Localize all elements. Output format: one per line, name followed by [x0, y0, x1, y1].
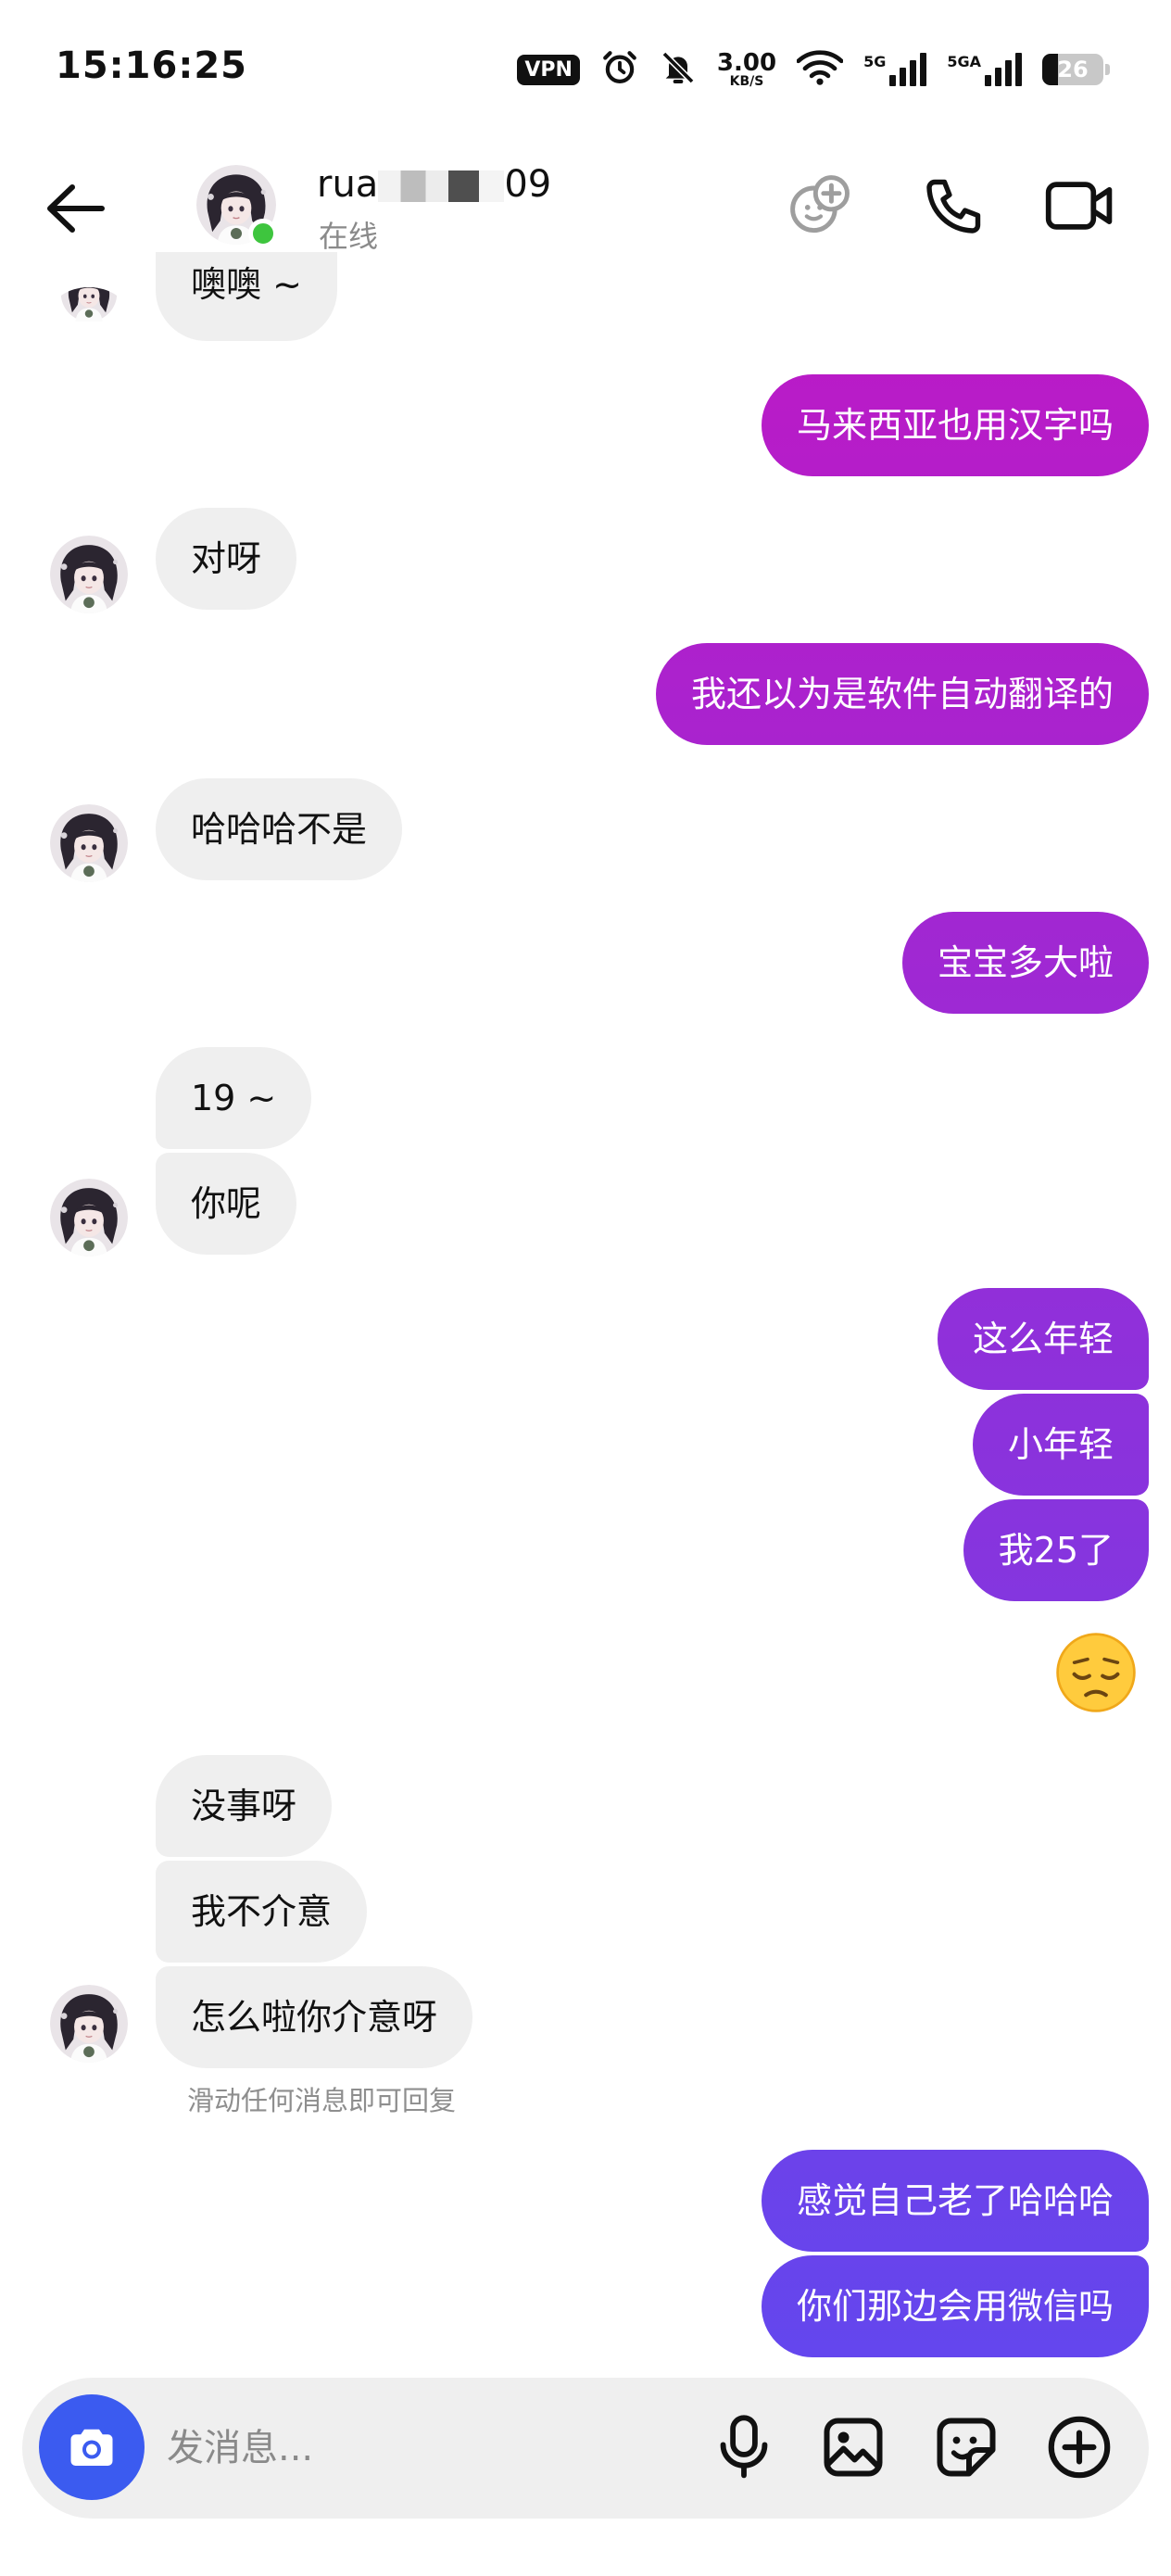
- add-people-icon: [790, 175, 850, 234]
- incoming-message[interactable]: 对呀: [156, 508, 297, 610]
- phone-icon: [926, 179, 981, 234]
- incoming-message[interactable]: 我不介意: [156, 1861, 368, 1963]
- incoming-message[interactable]: 怎么啦你介意呀: [156, 1966, 473, 2068]
- gallery-button[interactable]: [812, 2406, 895, 2489]
- more-options-button[interactable]: [1038, 2406, 1121, 2489]
- reply-hint: 滑动任何消息即可回复: [187, 2085, 457, 2116]
- video-call-button[interactable]: [1041, 167, 1119, 245]
- contact-name[interactable]: rua 09: [317, 163, 551, 206]
- outgoing-message[interactable]: 马来西亚也用汉字吗: [761, 374, 1149, 476]
- wifi-icon: [796, 49, 844, 90]
- camera-button[interactable]: [39, 2394, 145, 2500]
- outgoing-message[interactable]: 这么年轻: [937, 1288, 1149, 1390]
- microphone-icon: [720, 2415, 768, 2479]
- outgoing-message[interactable]: 我还以为是软件自动翻译的: [655, 643, 1149, 745]
- contact-avatar-small[interactable]: [50, 1179, 128, 1256]
- incoming-message[interactable]: 噢噢 ~: [156, 252, 337, 341]
- voice-message-button[interactable]: [702, 2406, 786, 2489]
- contact-avatar-small[interactable]: [50, 536, 128, 613]
- online-indicator: [248, 219, 278, 248]
- incoming-message[interactable]: 没事呀: [156, 1755, 333, 1857]
- outgoing-message[interactable]: 感觉自己老了哈哈哈: [761, 2150, 1149, 2252]
- contact-status: 在线: [319, 219, 379, 254]
- add-people-button[interactable]: [782, 167, 860, 245]
- image-icon: [824, 2418, 883, 2477]
- network-speed: 3.00 KB/S: [716, 49, 777, 89]
- video-icon: [1045, 182, 1113, 230]
- back-button[interactable]: [41, 176, 115, 241]
- call-button[interactable]: [915, 167, 993, 245]
- contact-avatar-small[interactable]: [50, 287, 128, 343]
- vpn-badge: VPN: [517, 54, 580, 85]
- contact-avatar-small[interactable]: [50, 804, 128, 882]
- outgoing-message[interactable]: 小年轻: [972, 1394, 1149, 1496]
- sticker-icon: [937, 2418, 996, 2477]
- signal-sim1-icon: 5G: [863, 53, 927, 86]
- back-arrow-icon: [47, 184, 105, 233]
- alarm-icon: [600, 48, 639, 91]
- message-input[interactable]: [167, 2415, 686, 2481]
- incoming-message[interactable]: 哈哈哈不是: [156, 778, 403, 880]
- status-icons: VPN 3.00 KB/S 5G 5GA 26: [517, 46, 1110, 93]
- sticker-button[interactable]: [925, 2406, 1008, 2489]
- outgoing-message[interactable]: 你们那边会用微信吗: [761, 2255, 1149, 2357]
- redacted-name-block: [378, 170, 505, 202]
- signal-sim2-icon: 5GA: [947, 53, 1022, 86]
- camera-icon: [70, 2429, 113, 2466]
- outgoing-message[interactable]: 宝宝多大啦: [901, 912, 1149, 1014]
- incoming-message[interactable]: 你呢: [156, 1153, 297, 1255]
- contact-avatar-small[interactable]: [50, 1985, 128, 2063]
- plus-icon: [1048, 2416, 1111, 2479]
- outgoing-message[interactable]: 我25了: [963, 1499, 1149, 1601]
- status-time: 15:16:25: [56, 44, 247, 87]
- pensive-emoji[interactable]: [1054, 1631, 1138, 1714]
- incoming-message[interactable]: 19 ~: [156, 1047, 312, 1149]
- mute-bell-icon: [660, 49, 697, 90]
- battery-icon: 26: [1042, 54, 1110, 85]
